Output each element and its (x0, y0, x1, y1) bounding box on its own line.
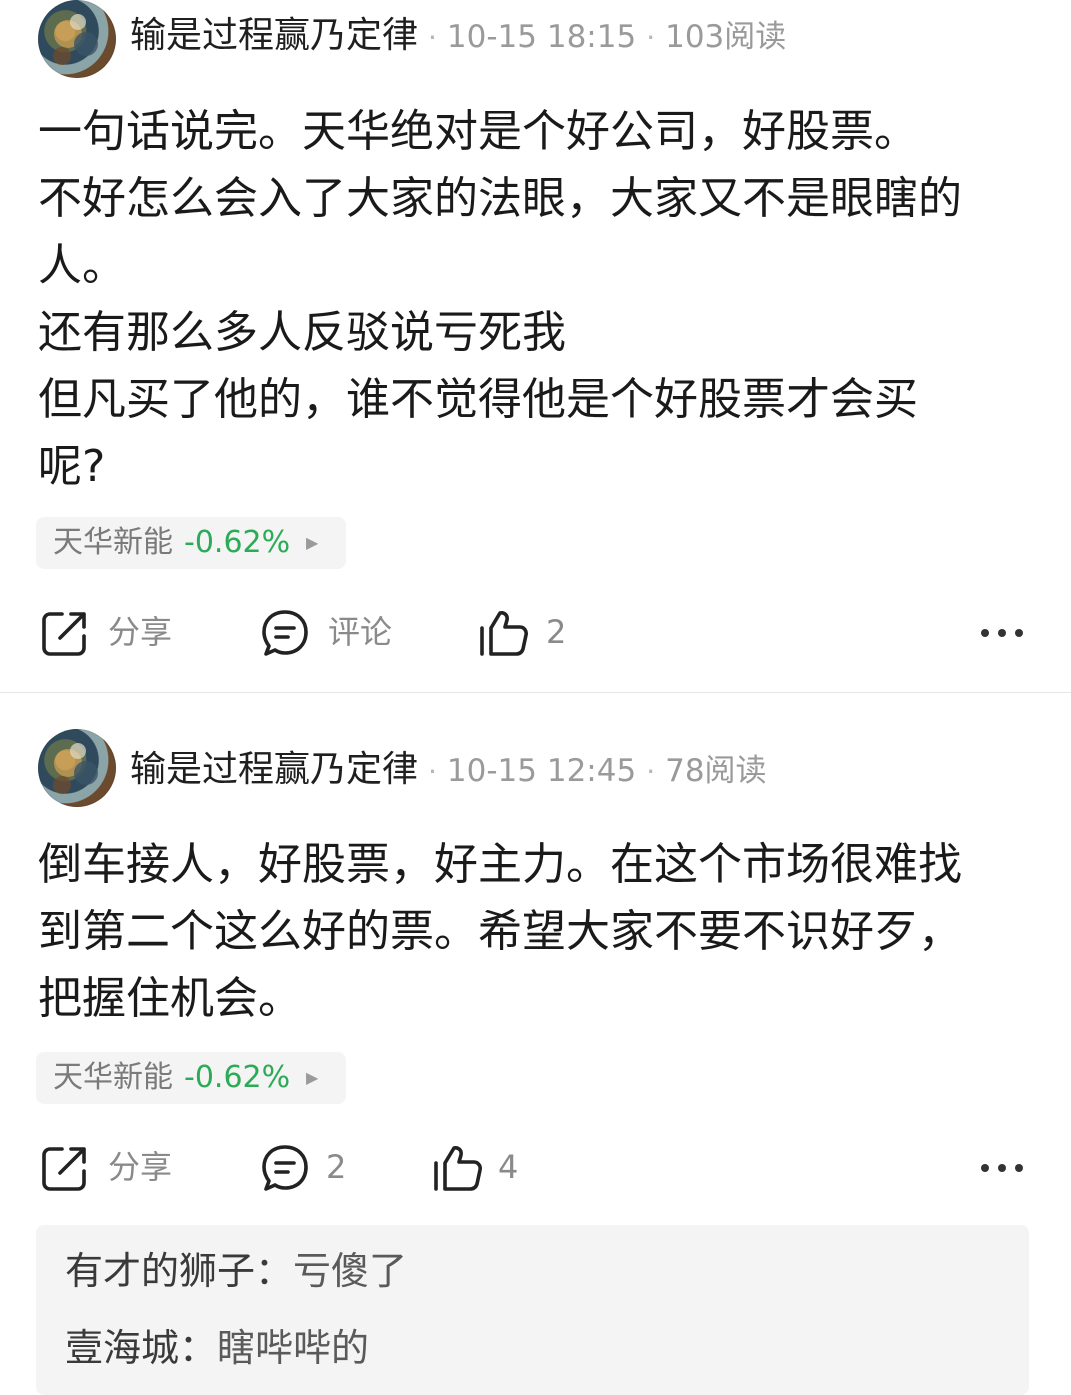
post-content[interactable]: 一句话说完。天华绝对是个好公司，好股票。 不好怎么会入了大家的法眼，大家又不是眼… (38, 98, 1033, 500)
separator-dot: · (646, 21, 656, 54)
author-name[interactable]: 输是过程赢乃定律 (130, 15, 418, 56)
play-arrow-icon: ▶ (306, 533, 319, 552)
like-icon (434, 1146, 482, 1191)
author-name[interactable]: 输是过程赢乃定律 (130, 749, 418, 790)
comment-count: 2 (326, 1148, 347, 1186)
play-arrow-icon: ▶ (306, 1068, 319, 1087)
post-card[interactable]: 输是过程赢乃定律 · 10-15 18:15 · 103阅读 一句话说完。天华绝对是个好… (0, 0, 1071, 692)
stock-name: 天华新能 (53, 525, 173, 560)
read-count: 78阅读 (665, 753, 767, 789)
post-content[interactable]: 倒车接人，好股票，好主力。在这个市场很难找 到第二个这么好的票。希望大家不要不识… (38, 831, 1033, 1032)
content-line: 到第二个这么好的票。希望大家不要不识好歹， (38, 906, 962, 957)
share-icon (42, 1147, 86, 1191)
comment-icon (262, 1145, 308, 1191)
content-line: 呢? (38, 441, 106, 492)
content-line: 把握住机会。 (38, 973, 302, 1024)
comment-label: 评论 (328, 613, 393, 651)
more-icon[interactable] (980, 628, 1024, 638)
comment-user[interactable]: 有才的狮子： (65, 1249, 293, 1293)
comment-item[interactable]: 有才的狮子：亏傻了 (65, 1246, 407, 1296)
share-button[interactable]: 分享 (40, 1137, 180, 1197)
action-bar: 分享 2 4 (0, 1137, 1071, 1197)
comment-text: 瞎哔哔的 (217, 1326, 370, 1370)
comment-preview[interactable]: 有才的狮子：亏傻了 壹海城：瞎哔哔的 (36, 1225, 1029, 1395)
post-time: 10-15 12:45 (446, 753, 637, 789)
share-label: 分享 (108, 613, 173, 651)
share-label: 分享 (108, 1148, 173, 1186)
avatar[interactable] (38, 0, 116, 78)
separator-dot: · (428, 21, 437, 54)
stock-tag[interactable]: 天华新能 -0.62% ▶ (36, 517, 346, 569)
content-line: 人。 (38, 240, 126, 291)
post-header: 输是过程赢乃定律 · 10-15 12:45 · 78阅读 (130, 745, 767, 795)
separator-dot: · (428, 755, 437, 788)
more-icon[interactable] (980, 1163, 1024, 1173)
stock-name: 天华新能 (53, 1060, 173, 1095)
stock-change: -0.62% (184, 1060, 291, 1095)
stock-tag[interactable]: 天华新能 -0.62% ▶ (36, 1052, 346, 1104)
action-bar: 分享 评论 2 (0, 602, 1071, 662)
separator-dot: · (646, 755, 656, 788)
share-icon (42, 612, 86, 656)
avatar[interactable] (38, 729, 116, 807)
content-line: 不好怎么会入了大家的法眼，大家又不是眼瞎的 (38, 173, 962, 224)
post-header: 输是过程赢乃定律 · 10-15 18:15 · 103阅读 (130, 11, 786, 61)
share-button[interactable]: 分享 (40, 602, 180, 662)
content-line: 倒车接人，好股票，好主力。在这个市场很难找 (38, 839, 962, 890)
post-time: 10-15 18:15 (446, 19, 637, 55)
comment-icon (262, 610, 308, 656)
like-count: 4 (498, 1148, 519, 1186)
like-count: 2 (546, 613, 567, 651)
content-line: 还有那么多人反驳说亏死我 (38, 307, 566, 358)
comment-button[interactable]: 评论 (260, 602, 400, 662)
like-icon (480, 611, 528, 656)
like-button[interactable]: 2 (478, 602, 578, 662)
comment-text: 亏傻了 (293, 1249, 408, 1293)
content-line: 但凡买了他的，谁不觉得他是个好股票才会买 (38, 374, 918, 425)
post-card[interactable]: 输是过程赢乃定律 · 10-15 12:45 · 78阅读 倒车接人，好股票，好主力。在… (0, 693, 1071, 1395)
like-button[interactable]: 4 (432, 1137, 532, 1197)
comment-user[interactable]: 壹海城： (65, 1326, 217, 1370)
comment-button[interactable]: 2 (260, 1137, 360, 1197)
read-count: 103阅读 (665, 19, 787, 55)
comment-item[interactable]: 壹海城：瞎哔哔的 (65, 1323, 369, 1373)
content-line: 一句话说完。天华绝对是个好公司，好股票。 (38, 106, 918, 157)
stock-change: -0.62% (184, 525, 291, 560)
